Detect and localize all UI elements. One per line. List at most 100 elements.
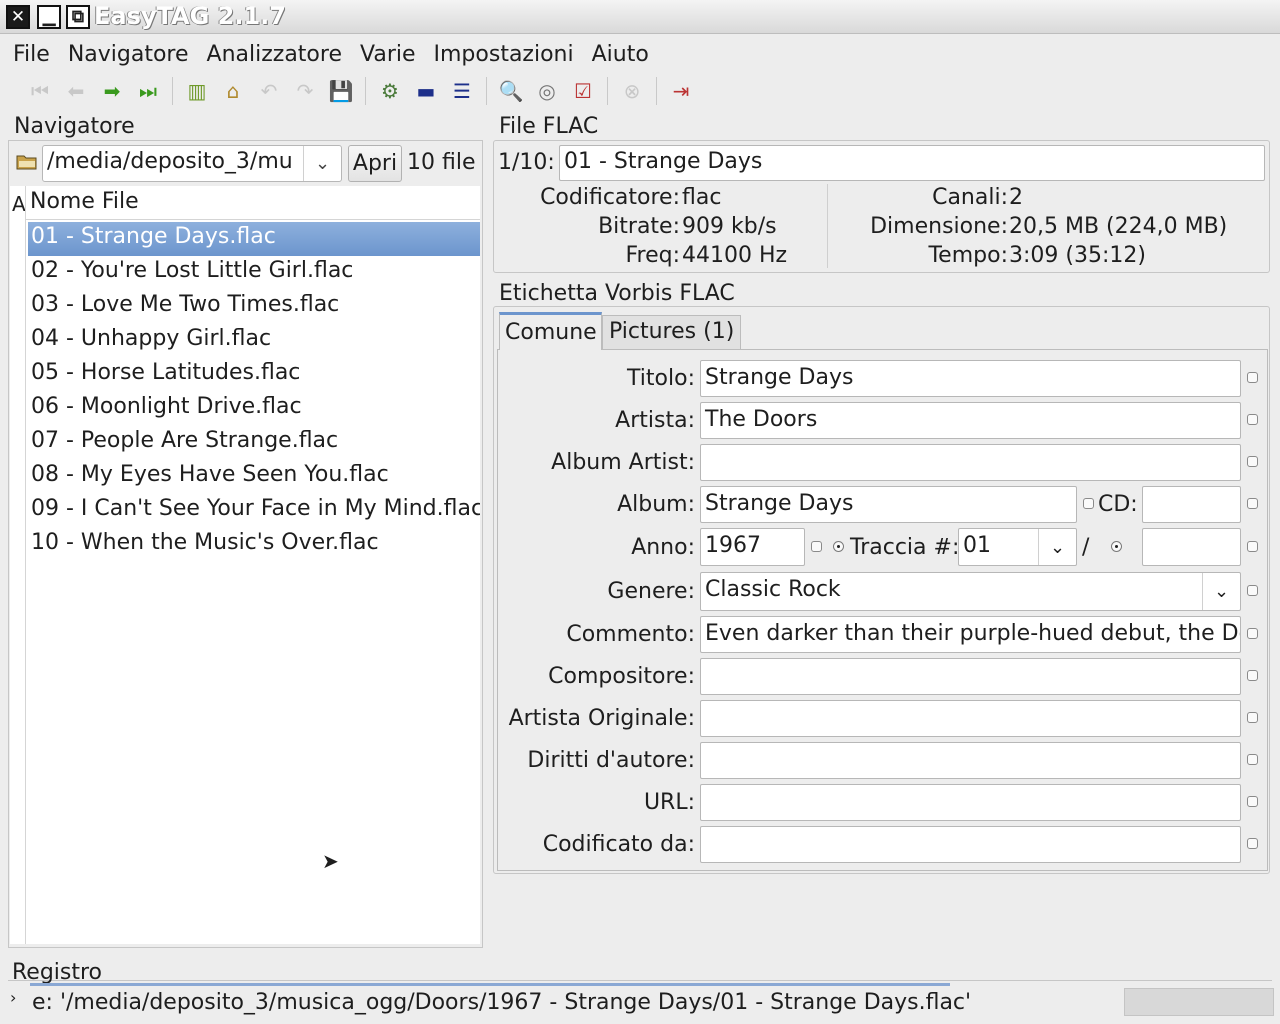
genre-combo[interactable]: Classic Rock ⌄	[700, 572, 1241, 611]
url-field[interactable]	[700, 784, 1241, 821]
genre-apply-checkbox[interactable]	[1247, 585, 1258, 596]
quit-icon[interactable]: ⇥	[663, 74, 699, 108]
menu-analizzatore[interactable]: Analizzatore	[198, 42, 351, 67]
track-number-radio[interactable]	[833, 541, 844, 552]
search-icon[interactable]: 🔍	[493, 74, 529, 108]
scan-icon[interactable]: ⚙	[372, 74, 408, 108]
menu-varie[interactable]: Varie	[351, 42, 425, 67]
menu-impostazioni[interactable]: Impostazioni	[425, 42, 583, 67]
file-list[interactable]: Nome File 01 - Strange Days.flac 02 - Yo…	[26, 186, 480, 944]
list-item[interactable]: 03 - Love Me Two Times.flac	[28, 290, 480, 324]
mouse-pointer-icon: ➤	[322, 849, 339, 873]
comment-label: Commento:	[566, 622, 695, 647]
year-field[interactable]: 1967	[700, 528, 805, 566]
menu-navigatore[interactable]: Navigatore	[59, 42, 198, 67]
close-icon[interactable]: ✕	[6, 5, 30, 29]
path-value: /media/deposito_3/mu	[47, 149, 293, 174]
select-all-icon[interactable]: ▥	[179, 74, 215, 108]
tab-pictures[interactable]: Pictures (1)	[602, 315, 741, 350]
stop-icon[interactable]: ⊗	[614, 74, 650, 108]
encoder-label: Codificatore:	[540, 185, 680, 210]
list-item[interactable]: 01 - Strange Days.flac	[28, 222, 480, 256]
title-apply-checkbox[interactable]	[1247, 372, 1258, 383]
menu-aiuto[interactable]: Aiuto	[583, 42, 658, 67]
copyright-field[interactable]	[700, 742, 1241, 779]
track-total-radio[interactable]	[1111, 541, 1122, 552]
artist-field[interactable]: The Doors	[700, 402, 1241, 439]
menu-file[interactable]: File	[4, 42, 59, 67]
first-icon[interactable]: ⏮	[22, 74, 58, 108]
copyright-apply-checkbox[interactable]	[1247, 754, 1258, 765]
log-label: Registro	[12, 960, 103, 985]
track-total-field[interactable]	[1142, 528, 1241, 566]
view-tree-icon[interactable]: ▬	[408, 74, 444, 108]
album-label: Album:	[617, 492, 695, 517]
log-scrollbar[interactable]	[30, 983, 950, 986]
track-apply-checkbox[interactable]	[1247, 541, 1258, 552]
file-name-entry[interactable]: 01 - Strange Days	[559, 145, 1265, 181]
composer-apply-checkbox[interactable]	[1247, 670, 1258, 681]
next-icon[interactable]: ➡	[94, 74, 130, 108]
orig-artist-apply-checkbox[interactable]	[1247, 712, 1258, 723]
album-apply-checkbox[interactable]	[1083, 498, 1094, 509]
list-item[interactable]: 05 - Horse Latitudes.flac	[28, 358, 480, 392]
last-icon[interactable]: ⏭	[130, 74, 166, 108]
prev-icon[interactable]: ⬅	[58, 74, 94, 108]
title-label: Titolo:	[627, 366, 695, 391]
clean-icon[interactable]: ⌂	[215, 74, 251, 108]
orig-artist-field[interactable]	[700, 700, 1241, 737]
year-apply-checkbox[interactable]	[811, 541, 822, 552]
cddb-icon[interactable]: ◎	[529, 74, 565, 108]
artist-apply-checkbox[interactable]	[1247, 414, 1258, 425]
time-value: 3:09 (35:12)	[1009, 243, 1146, 268]
artist-column-header[interactable]: A	[12, 192, 25, 216]
album-artist-apply-checkbox[interactable]	[1247, 456, 1258, 467]
encoded-by-apply-checkbox[interactable]	[1247, 838, 1258, 849]
track-combo[interactable]: 01 ⌄	[958, 528, 1077, 566]
encoded-by-field[interactable]	[700, 826, 1241, 863]
album-field[interactable]: Strange Days	[700, 486, 1077, 523]
copyright-label: Diritti d'autore:	[527, 748, 695, 773]
undo-icon[interactable]: ↶	[251, 74, 287, 108]
minimize-icon[interactable]: ▁	[37, 5, 61, 29]
view-list-icon[interactable]: ☰	[444, 74, 480, 108]
open-button[interactable]: Apri	[348, 145, 402, 182]
maximize-icon[interactable]: ⧉	[66, 5, 90, 29]
cd-field[interactable]	[1142, 486, 1241, 523]
composer-field[interactable]	[700, 658, 1241, 695]
folder-icon	[16, 152, 38, 170]
progress-bar	[1124, 988, 1274, 1016]
url-apply-checkbox[interactable]	[1247, 796, 1258, 807]
channels-value: 2	[1009, 185, 1023, 210]
save-icon[interactable]: 💾	[323, 74, 359, 108]
list-item[interactable]: 07 - People Are Strange.flac	[28, 426, 480, 460]
browser-label: Navigatore	[12, 114, 137, 139]
path-combo[interactable]: /media/deposito_3/mu ⌄	[42, 145, 342, 182]
artist-album-pane[interactable]: A	[10, 186, 26, 944]
comment-apply-checkbox[interactable]	[1247, 628, 1258, 639]
column-header-filename[interactable]: Nome File	[26, 186, 480, 220]
chevron-down-icon[interactable]: ⌄	[1202, 573, 1240, 610]
list-item[interactable]: 08 - My Eyes Have Seen You.flac	[28, 460, 480, 494]
list-item[interactable]: 02 - You're Lost Little Girl.flac	[28, 256, 480, 290]
cd-label: CD:	[1098, 492, 1138, 517]
chevron-down-icon[interactable]: ⌄	[1038, 529, 1076, 565]
composer-label: Compositore:	[548, 664, 695, 689]
orig-artist-label: Artista Originale:	[508, 706, 695, 731]
expander-arrow-icon[interactable]: ›	[10, 988, 16, 1007]
tab-comune[interactable]: Comune	[499, 312, 602, 350]
track-value: 01	[963, 533, 991, 558]
cd-apply-checkbox[interactable]	[1247, 498, 1258, 509]
playlist-icon[interactable]: ☑	[565, 74, 601, 108]
chevron-down-icon[interactable]: ⌄	[303, 146, 341, 181]
comment-field[interactable]: Even darker than their purple-hued debut…	[700, 616, 1241, 653]
list-item[interactable]: 10 - When the Music's Over.flac	[28, 528, 480, 562]
album-artist-field[interactable]	[700, 444, 1241, 481]
list-item[interactable]: 06 - Moonlight Drive.flac	[28, 392, 480, 426]
bitrate-label: Bitrate:	[598, 214, 680, 239]
title-field[interactable]: Strange Days	[700, 360, 1241, 397]
info-divider	[827, 184, 828, 268]
list-item[interactable]: 04 - Unhappy Girl.flac	[28, 324, 480, 358]
list-item[interactable]: 09 - I Can't See Your Face in My Mind.fl…	[28, 494, 480, 528]
redo-icon[interactable]: ↷	[287, 74, 323, 108]
